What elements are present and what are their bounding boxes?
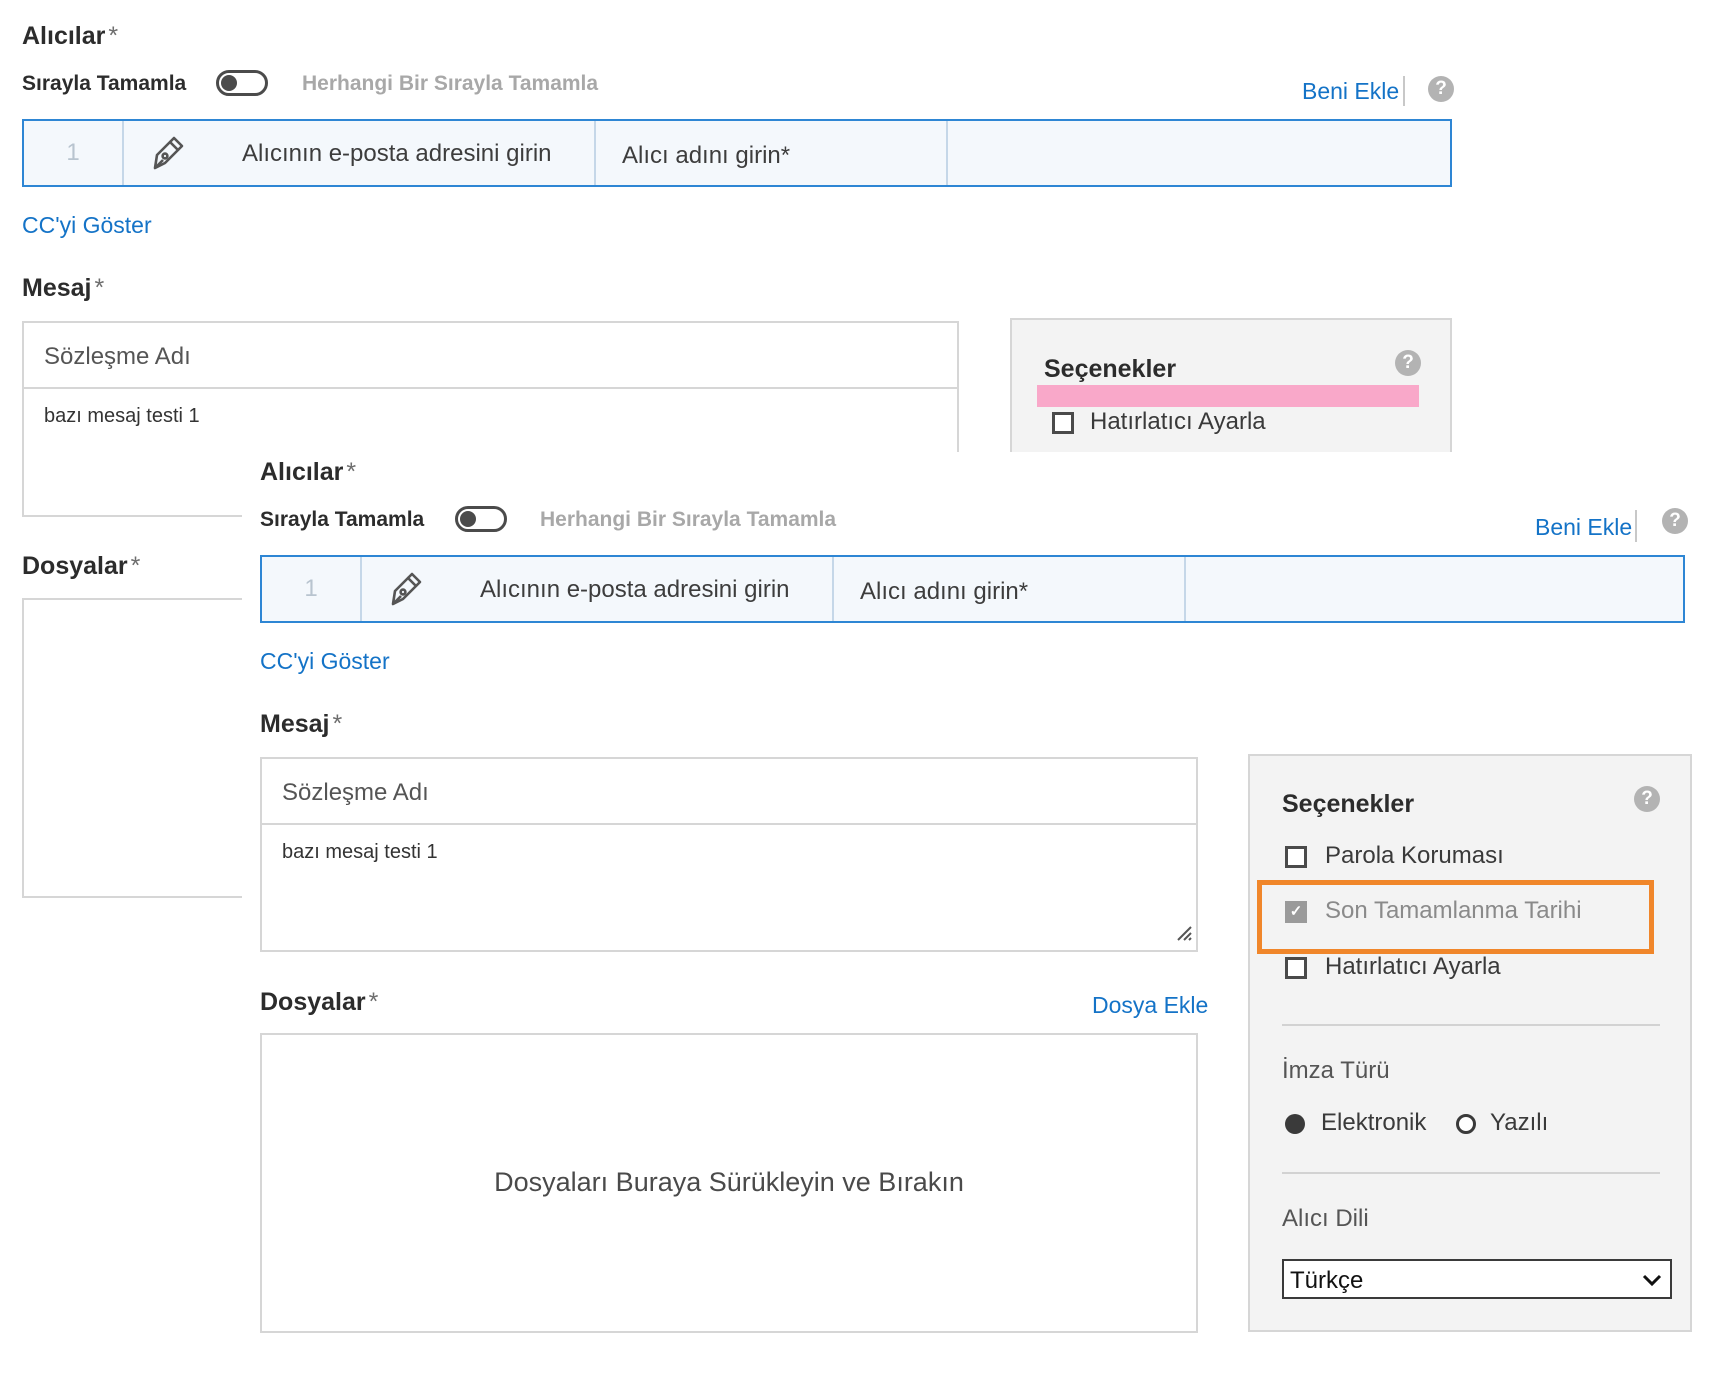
recipients-label: Alıcılar * — [22, 22, 118, 51]
email-input[interactable]: Alıcının e-posta adresini girin — [480, 576, 790, 604]
resize-handle-icon[interactable] — [1175, 924, 1193, 947]
options-title: Seçenekler — [1282, 790, 1415, 818]
agreement-name-field[interactable]: Sözleşme Adı — [262, 759, 1196, 825]
question-circle-icon[interactable]: ? — [1634, 786, 1660, 812]
recipient-name-cell[interactable]: Alıcı adını girin* — [834, 557, 1186, 621]
password-protection-checkbox[interactable] — [1285, 846, 1307, 868]
set-reminder-label: Hatırlatıcı Ayarla — [1090, 408, 1266, 435]
complete-any-order-label: Herhangi Bir Sırayla Tamamla — [540, 508, 837, 531]
recipient-language-label: Alıcı Dili — [1282, 1205, 1369, 1232]
message-body[interactable]: bazı mesaj testi 1 — [44, 405, 200, 428]
set-reminder-label: Hatırlatıcı Ayarla — [1325, 953, 1501, 980]
order-toggle[interactable] — [455, 506, 507, 532]
recipients-label-text: Alıcılar — [260, 458, 344, 486]
divider — [1282, 1024, 1660, 1026]
recipient-number: 1 — [66, 139, 80, 166]
question-circle-icon[interactable]: ? — [1428, 76, 1454, 102]
agreement-name-field[interactable]: Sözleşme Adı — [24, 323, 957, 389]
highlight-orange — [1257, 880, 1654, 954]
signature-type-label: İmza Türü — [1282, 1057, 1390, 1084]
radio-written[interactable] — [1456, 1114, 1476, 1134]
set-reminder-checkbox[interactable] — [1052, 412, 1074, 434]
add-file-link[interactable]: Dosya Ekle — [1092, 992, 1208, 1019]
required-mark: * — [332, 710, 343, 738]
name-input[interactable]: Alıcı adını girin* — [860, 578, 1028, 606]
message-label: Mesaj * — [260, 710, 342, 739]
agreement-name-input[interactable]: Sözleşme Adı — [44, 343, 191, 371]
agreement-name-input[interactable]: Sözleşme Adı — [282, 779, 429, 807]
name-input[interactable]: Alıcı adını girin* — [622, 142, 790, 170]
drop-zone-text: Dosyaları Buraya Sürükleyin ve Bırakın — [494, 1167, 964, 1197]
question-circle-icon[interactable]: ? — [1662, 508, 1688, 534]
options-panel: Seçenekler ? Parola Koruması ✓ Son Tamam… — [1248, 754, 1692, 1332]
required-mark: * — [130, 552, 141, 580]
set-reminder-checkbox[interactable] — [1285, 957, 1307, 979]
files-label-text: Dosyalar — [260, 988, 366, 1016]
password-protection-label: Parola Koruması — [1325, 842, 1504, 869]
recipient-email-cell[interactable]: Alıcının e-posta adresini girin — [362, 557, 834, 621]
radio-written-label: Yazılı — [1490, 1109, 1549, 1136]
divider — [1403, 76, 1405, 106]
recipient-email-cell[interactable]: Alıcının e-posta adresini girin — [124, 121, 596, 185]
message-label-text: Mesaj — [260, 710, 330, 738]
recipient-row[interactable]: 1 Alıcının e-posta adresini girin Alıcı … — [22, 119, 1452, 187]
message-label-text: Mesaj — [22, 274, 92, 302]
recipient-language-select[interactable]: Türkçe — [1282, 1259, 1672, 1299]
required-mark: * — [94, 274, 105, 302]
toggle-knob — [460, 511, 476, 527]
divider — [1282, 1172, 1660, 1174]
complete-in-order-label: Sırayla Tamamla — [260, 508, 425, 531]
options-panel: Seçenekler ? Hatırlatıcı Ayarla — [1010, 318, 1452, 458]
highlight-pink — [1037, 385, 1419, 407]
recipient-language-value: Türkçe — [1290, 1267, 1364, 1294]
files-drop-zone[interactable]: Dosyaları Buraya Sürükleyin ve Bırakın — [260, 1033, 1198, 1333]
required-mark: * — [368, 988, 379, 1016]
radio-electronic[interactable] — [1285, 1114, 1305, 1134]
question-circle-icon[interactable]: ? — [1395, 350, 1421, 376]
add-me-link[interactable]: Beni Ekle — [1302, 78, 1399, 105]
recipients-label-text: Alıcılar — [22, 22, 106, 50]
options-title: Seçenekler — [1044, 355, 1177, 383]
email-input[interactable]: Alıcının e-posta adresini girin — [242, 140, 552, 168]
radio-electronic-label: Elektronik — [1321, 1109, 1427, 1136]
recipient-number-cell: 1 — [24, 121, 124, 185]
required-mark: * — [108, 22, 119, 50]
files-label: Dosyalar * — [260, 988, 378, 1017]
complete-any-order-label: Herhangi Bir Sırayla Tamamla — [302, 72, 599, 95]
message-label: Mesaj * — [22, 274, 104, 303]
recipient-number-cell: 1 — [262, 557, 362, 621]
divider — [1635, 510, 1637, 542]
recipient-name-cell[interactable]: Alıcı adını girin* — [596, 121, 948, 185]
recipients-label: Alıcılar * — [260, 458, 356, 487]
show-cc-link[interactable]: CC'yi Göster — [260, 648, 390, 675]
recipient-number: 1 — [304, 575, 318, 602]
foreground-form: Alıcılar * Sırayla Tamamla Herhangi Bir S… — [242, 452, 1710, 1378]
files-label-text: Dosyalar — [22, 552, 128, 580]
pen-nib-icon[interactable] — [146, 133, 186, 178]
files-label: Dosyalar * — [22, 552, 140, 581]
required-mark: * — [346, 458, 357, 486]
toggle-knob — [221, 75, 237, 91]
order-toggle[interactable] — [216, 70, 268, 96]
recipient-row[interactable]: 1 Alıcının e-posta adresini girin Alıcı … — [260, 555, 1685, 623]
message-body[interactable]: bazı mesaj testi 1 — [282, 841, 438, 864]
message-box: Sözleşme Adı bazı mesaj testi 1 — [260, 757, 1198, 952]
chevron-down-icon — [1642, 1273, 1662, 1292]
pen-nib-icon[interactable] — [384, 569, 424, 614]
add-me-link[interactable]: Beni Ekle — [1535, 514, 1632, 541]
complete-in-order-label: Sırayla Tamamla — [22, 72, 187, 95]
show-cc-link[interactable]: CC'yi Göster — [22, 212, 152, 239]
